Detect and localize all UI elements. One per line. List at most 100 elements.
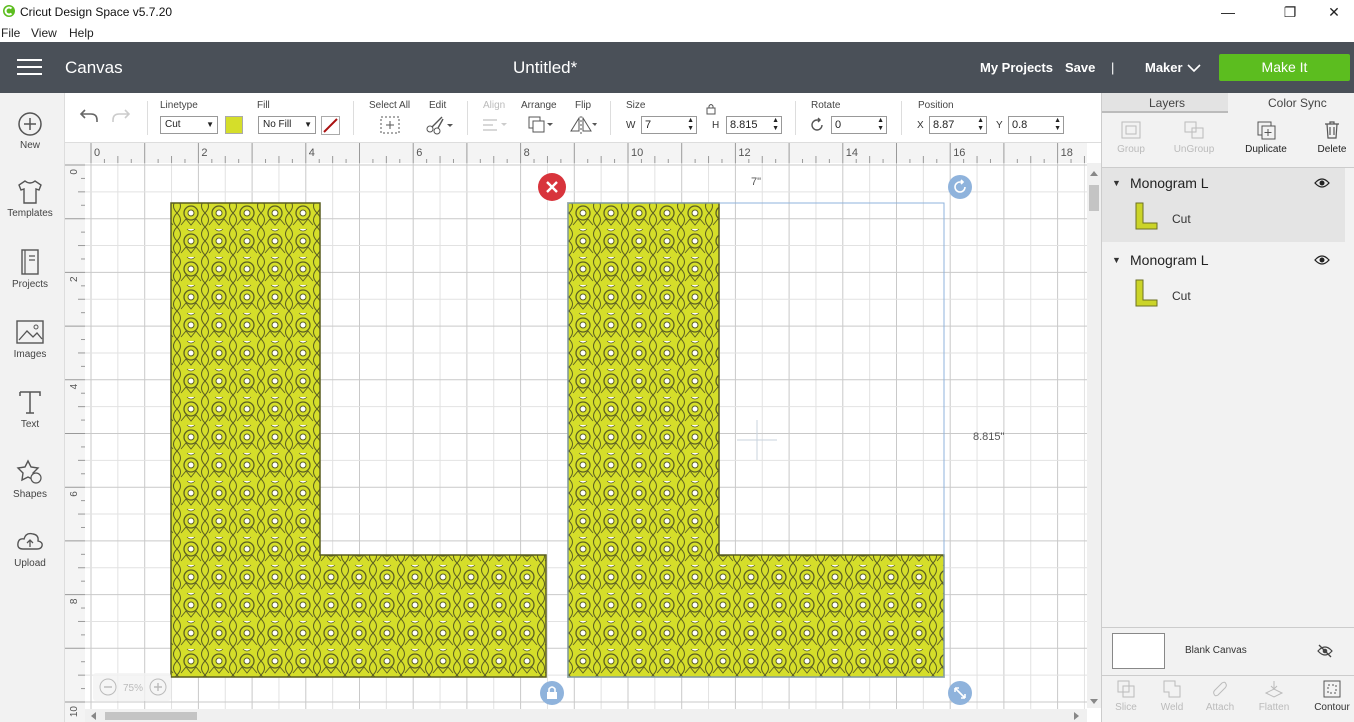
collapse-arrow-icon[interactable]: ▼	[1112, 178, 1121, 188]
duplicate-icon	[1257, 121, 1276, 140]
ruler-label-y: 0	[69, 169, 80, 175]
weld-button[interactable]: Weld	[1148, 679, 1196, 713]
nav-new[interactable]: New	[0, 111, 60, 151]
layer-group-name: Monogram L	[1130, 175, 1209, 191]
nav-text[interactable]: Text	[0, 388, 60, 430]
height-input[interactable]: 8.815 ▲ ▼	[726, 116, 782, 134]
save-link[interactable]: Save	[1065, 60, 1095, 75]
paperclip-icon	[1213, 681, 1227, 697]
layer-group-1[interactable]: ▼ Monogram L Cut	[1102, 168, 1345, 242]
height-readout: 8.815"	[973, 431, 1005, 443]
fill-select[interactable]: No Fill ▼	[258, 116, 316, 134]
nav-upload[interactable]: Upload	[0, 529, 60, 569]
delete-button[interactable]: Delete	[1304, 120, 1354, 155]
design-canvas[interactable]: 0 2 4 6 8 10 12 14 16 18 0 2 4 6 8 10 7" 8.815"	[65, 143, 1101, 722]
make-it-button[interactable]: Make It	[1219, 54, 1350, 81]
book-icon	[21, 249, 39, 275]
blank-canvas-thumbnail[interactable]	[1112, 633, 1165, 669]
position-label: Position	[918, 100, 954, 111]
menu-help[interactable]: Help	[69, 26, 94, 40]
collapse-arrow-icon[interactable]: ▼	[1112, 255, 1121, 265]
select-all-icon[interactable]	[379, 115, 401, 135]
machine-selector[interactable]: Maker	[1145, 60, 1183, 75]
layer-linetype: Cut	[1172, 212, 1191, 226]
app-header: Canvas Untitled* My Projects Save | Make…	[0, 42, 1354, 93]
canvas-surface[interactable]: 0 2 4 6 8 10 12 14 16 18 0 2 4 6 8 10 7" 8.815"	[65, 143, 1101, 722]
hidden-eye-icon[interactable]	[1317, 644, 1333, 658]
restore-button[interactable]: ❐	[1270, 2, 1310, 22]
ruler-label-y: 10	[69, 706, 80, 718]
redo-icon[interactable]	[111, 108, 131, 124]
toolbar-divider	[467, 101, 468, 135]
ruler-label-x: 0	[94, 147, 100, 159]
weld-icon	[1163, 680, 1181, 698]
close-window-button[interactable]: ✕	[1314, 2, 1354, 22]
ruler-label-x: 10	[631, 147, 643, 159]
tab-color-sync[interactable]: Color Sync	[1268, 96, 1327, 110]
width-input[interactable]: 7 ▲ ▼	[641, 116, 697, 134]
horizontal-scroll-thumb[interactable]	[105, 712, 197, 720]
flatten-button[interactable]: Flatten	[1250, 679, 1298, 713]
cloud-upload-icon	[17, 532, 43, 550]
toolbar-divider	[610, 101, 611, 135]
title-bar: Cricut Design Space v5.7.20 — ❐ ✕	[0, 0, 1354, 24]
monogram-l-left[interactable]	[170, 202, 547, 678]
edit-scissors-icon[interactable]	[425, 115, 453, 135]
nav-templates[interactable]: Templates	[0, 179, 60, 219]
blank-canvas-label: Blank Canvas	[1185, 645, 1247, 656]
minimize-button[interactable]: —	[1208, 2, 1248, 22]
resize-handle-icon[interactable]	[948, 681, 972, 705]
eye-icon[interactable]	[1314, 254, 1330, 266]
toolbar-divider	[147, 101, 148, 135]
size-lock-icon[interactable]	[706, 103, 716, 115]
vertical-scrollbar[interactable]	[1087, 163, 1101, 708]
slice-button[interactable]: Slice	[1102, 679, 1150, 713]
position-y-input[interactable]: 0.8 ▲ ▼	[1008, 116, 1064, 134]
horizontal-scrollbar[interactable]	[85, 709, 1087, 722]
nav-projects[interactable]: Projects	[0, 248, 60, 290]
select-all-label: Select All	[369, 100, 411, 111]
group-button[interactable]: Group	[1103, 120, 1159, 155]
duplicate-button[interactable]: Duplicate	[1238, 120, 1294, 155]
nav-shapes[interactable]: Shapes	[0, 458, 60, 500]
nav-images[interactable]: Images	[0, 318, 60, 360]
flip-icon[interactable]	[569, 115, 597, 135]
panel-divider	[1102, 675, 1354, 676]
vertical-scroll-thumb[interactable]	[1089, 185, 1099, 211]
layer-thumbnail	[1135, 202, 1158, 230]
contour-icon	[1323, 680, 1341, 698]
lock-handle-icon[interactable]	[540, 681, 564, 705]
flip-label: Flip	[575, 100, 592, 111]
linetype-select[interactable]: Cut ▼	[160, 116, 218, 134]
delete-handle-icon[interactable]	[538, 173, 566, 201]
linetype-color-swatch[interactable]	[225, 116, 243, 134]
ungroup-icon	[1184, 121, 1204, 139]
my-projects-link[interactable]: My Projects	[980, 60, 1053, 75]
attach-button[interactable]: Attach	[1196, 679, 1244, 713]
arrange-icon[interactable]	[527, 115, 553, 135]
tab-layers[interactable]: Layers	[1149, 96, 1185, 110]
menu-view[interactable]: View	[31, 26, 57, 40]
eye-icon[interactable]	[1314, 177, 1330, 189]
rotate-input[interactable]: 0 ▲ ▼	[831, 116, 887, 134]
document-title: Untitled*	[513, 58, 578, 77]
center-crosshair	[737, 420, 777, 460]
nav-text-label: Text	[20, 419, 40, 430]
chevron-down-icon[interactable]	[1187, 63, 1201, 73]
no-fill-swatch-icon[interactable]	[321, 116, 340, 135]
ruler-label-x: 14	[846, 147, 858, 159]
rotate-handle-icon[interactable]	[948, 175, 972, 199]
ruler-label-y: 6	[69, 491, 80, 497]
undo-icon[interactable]	[79, 108, 99, 124]
position-y-label: Y	[996, 120, 1003, 131]
layer-group-2[interactable]: ▼ Monogram L Cut	[1102, 245, 1345, 319]
ungroup-button[interactable]: UnGroup	[1166, 120, 1222, 155]
position-x-input[interactable]: 8.87 ▲ ▼	[929, 116, 987, 134]
hamburger-menu-icon[interactable]	[17, 59, 42, 77]
menu-file[interactable]: File	[1, 26, 20, 40]
linetype-label: Linetype	[160, 100, 198, 111]
ruler-label-x: 12	[738, 147, 750, 159]
ruler-label-y: 2	[69, 276, 80, 282]
contour-button[interactable]: Contour	[1308, 679, 1354, 713]
rotate-icon	[811, 117, 823, 131]
